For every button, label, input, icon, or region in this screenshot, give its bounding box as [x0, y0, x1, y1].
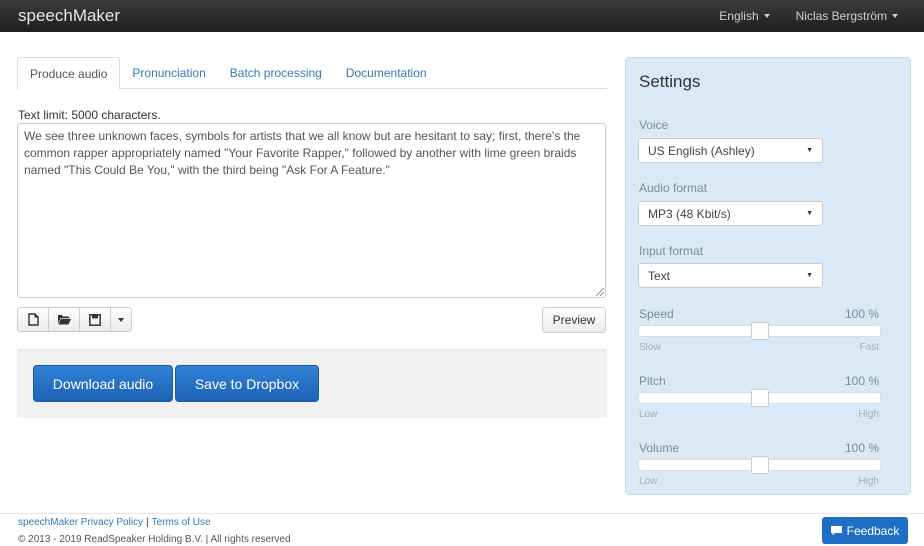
footer-separator: | — [146, 517, 149, 528]
pitch-min-label: Low — [639, 409, 658, 420]
pitch-label: Pitch — [639, 374, 666, 388]
speed-slider[interactable] — [638, 322, 881, 340]
file-menu-toggle[interactable] — [110, 307, 132, 332]
language-dropdown[interactable]: English — [719, 9, 770, 23]
input-format-value: Text — [648, 268, 671, 283]
input-format-select[interactable]: Text ▼ — [638, 263, 823, 288]
user-menu-dropdown[interactable]: Niclas Bergström — [796, 9, 898, 23]
voice-select[interactable]: US English (Ashley) ▼ — [638, 138, 823, 163]
voice-label: Voice — [639, 118, 669, 132]
select-arrow-icon: ▼ — [806, 210, 813, 217]
audio-format-value: MP3 (48 Kbit/s) — [648, 206, 731, 221]
user-name: Niclas Bergström — [795, 9, 887, 23]
select-arrow-icon: ▼ — [806, 147, 813, 154]
feedback-button[interactable]: Feedback — [822, 517, 908, 544]
save-file-button[interactable] — [79, 307, 111, 332]
tab-documentation[interactable]: Documentation — [334, 57, 439, 89]
volume-max-label: High — [858, 476, 879, 487]
new-file-icon — [27, 313, 39, 326]
terms-of-use-link[interactable]: Terms of Use — [152, 517, 211, 528]
open-file-button[interactable] — [48, 307, 80, 332]
file-toolbar — [17, 307, 132, 332]
tab-pronunciation[interactable]: Pronunciation — [120, 57, 217, 89]
main-tabs: Produce audio Pronunciation Batch proces… — [17, 57, 607, 90]
speed-max-label: Fast — [859, 342, 879, 353]
speed-slider-handle[interactable] — [750, 322, 769, 340]
text-limit-label: Text limit: 5000 characters. — [18, 108, 161, 122]
speed-min-label: Slow — [639, 342, 661, 353]
language-label: English — [719, 9, 759, 23]
brand-logo[interactable]: speechMaker — [18, 6, 120, 26]
footer-links: speechMaker Privacy Policy | Terms of Us… — [18, 517, 211, 528]
download-audio-button[interactable]: Download audio — [33, 365, 173, 402]
copyright-text: © 2013 - 2019 ReadSpeaker Holding B.V. |… — [18, 534, 291, 545]
footer-divider — [0, 513, 924, 514]
speech-text-input[interactable]: We see three unknown faces, symbols for … — [17, 123, 606, 298]
volume-slider-handle[interactable] — [750, 456, 769, 474]
privacy-policy-link[interactable]: speechMaker Privacy Policy — [18, 517, 143, 528]
caret-down-icon — [118, 317, 124, 322]
caret-down-icon — [763, 14, 770, 18]
top-navbar: speechMaker English Niclas Bergström — [0, 0, 924, 32]
volume-value: 100 % — [844, 441, 879, 455]
volume-label: Volume — [639, 441, 680, 455]
tab-produce-audio[interactable]: Produce audio — [17, 57, 121, 90]
feedback-label: Feedback — [846, 523, 900, 538]
select-arrow-icon: ▼ — [806, 272, 813, 279]
pitch-max-label: High — [858, 409, 879, 420]
save-to-dropbox-button[interactable]: Save to Dropbox — [175, 365, 319, 402]
settings-panel: Settings Voice US English (Ashley) ▼ Aud… — [625, 57, 911, 495]
preview-button[interactable]: Preview — [542, 307, 606, 333]
audio-format-select[interactable]: MP3 (48 Kbit/s) ▼ — [638, 201, 823, 226]
tab-batch-processing[interactable]: Batch processing — [218, 57, 334, 89]
audio-format-label: Audio format — [639, 181, 708, 195]
save-icon — [89, 313, 101, 326]
input-format-label: Input format — [639, 244, 704, 258]
volume-min-label: Low — [639, 476, 658, 487]
volume-slider[interactable] — [638, 456, 881, 474]
comment-icon — [830, 525, 842, 535]
settings-title: Settings — [639, 72, 701, 91]
pitch-slider[interactable] — [638, 389, 881, 407]
pitch-value: 100 % — [844, 374, 879, 388]
pitch-slider-handle[interactable] — [750, 389, 769, 407]
caret-down-icon — [892, 14, 898, 18]
navbar-right: English Niclas Bergström — [719, 0, 898, 32]
resize-handle[interactable] — [596, 288, 604, 296]
open-folder-icon — [57, 315, 71, 325]
voice-value: US English (Ashley) — [648, 143, 755, 158]
speed-label: Speed — [639, 307, 674, 321]
new-document-button[interactable] — [17, 307, 49, 332]
speed-value: 100 % — [844, 307, 879, 321]
